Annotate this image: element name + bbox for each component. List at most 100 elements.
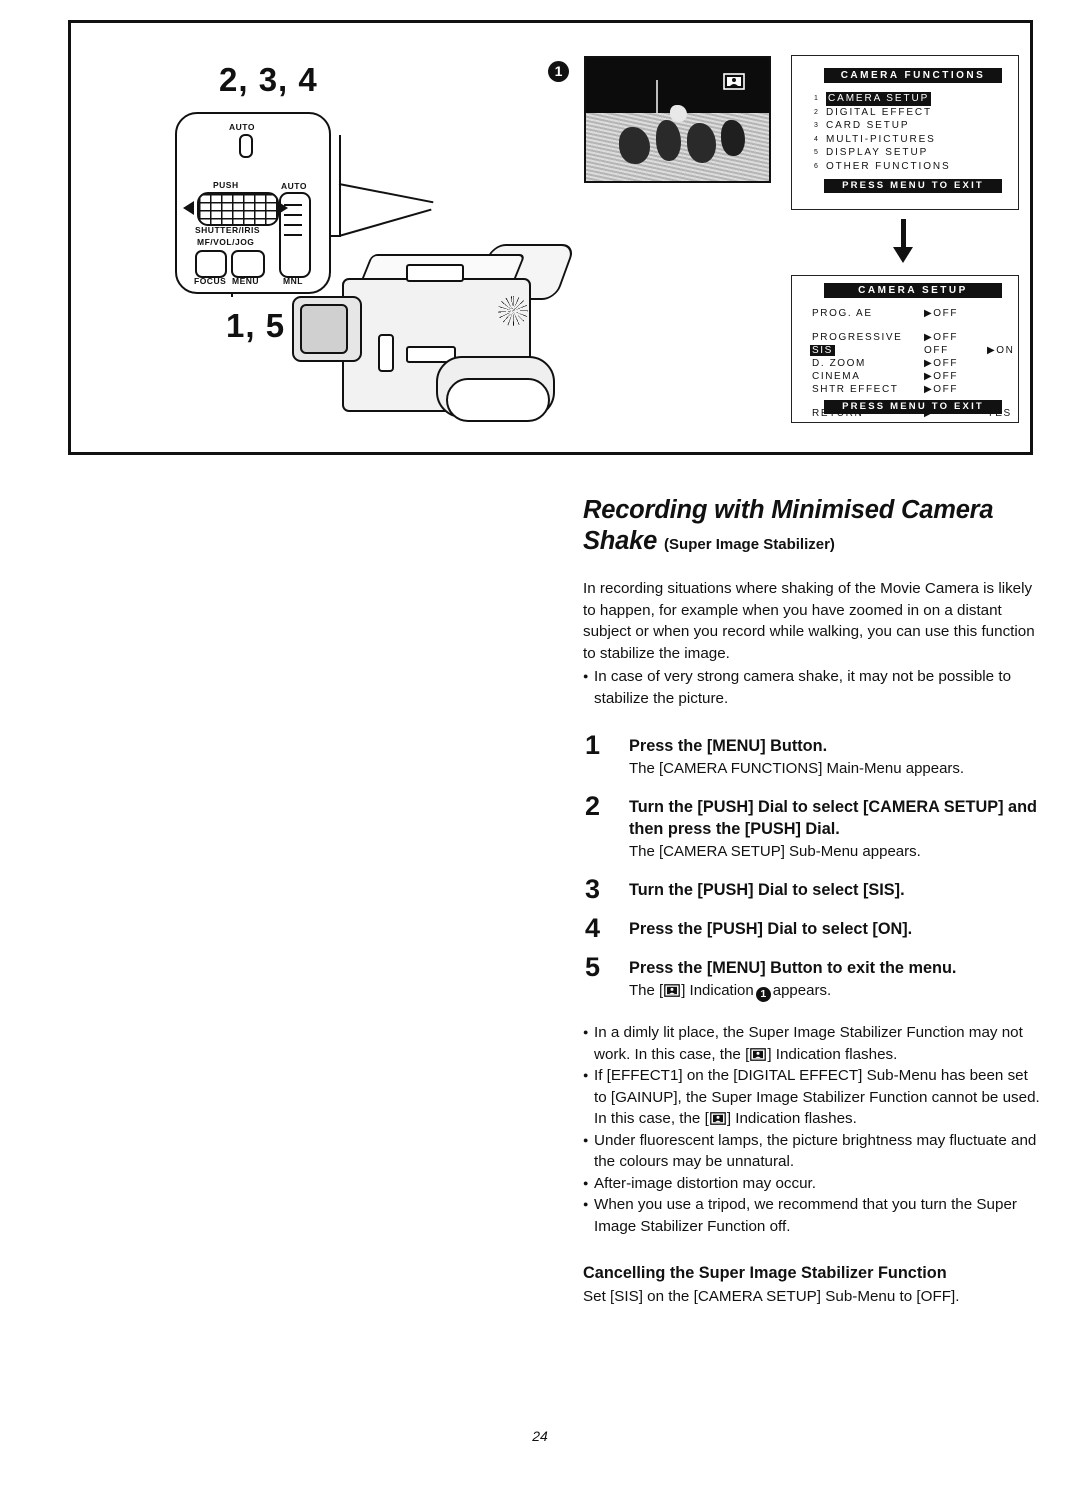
list-item: After-image distortion may occur. [583, 1173, 1041, 1195]
osd-row-prog-ae[interactable]: PROG. AE ▶OFF [812, 308, 1010, 321]
osd-row-value: ▶OFF [924, 371, 959, 382]
step-title: Turn the [PUSH] Dial to select [SIS]. [629, 881, 905, 899]
step-desc-after: appears. [772, 982, 832, 999]
sis-indication-icon [750, 1046, 767, 1061]
numbered-steps-list: 1 Press the [MENU] Button. The [CAMERA F… [583, 730, 1041, 1002]
arrow-head [893, 247, 913, 263]
osd-item-label: CAMERA SETUP [826, 92, 932, 106]
leader-line-f [338, 208, 432, 237]
auto-top-label: AUTO [229, 122, 255, 132]
osd-item-number: 6 [814, 162, 818, 170]
osd-item-label: MULTI-PICTURES [826, 133, 936, 145]
osd-item-number: 2 [814, 108, 818, 116]
camcorder-lens-element [300, 304, 348, 354]
osd-row-cinema[interactable]: CINEMA ▶OFF [812, 371, 1010, 384]
section-heading-cancelling: Cancelling the Super Image Stabilizer Fu… [583, 1264, 947, 1282]
intro-bullet-list: In case of very strong camera shake, it … [583, 666, 1041, 709]
push-dial[interactable] [197, 192, 279, 226]
indicator-badge-1: 1 [755, 987, 771, 1002]
osd-main-item-list: 1 CAMERA SETUP 2 DIGITAL EFFECT 3 CARD S… [814, 92, 1008, 173]
osd-item-label: OTHER FUNCTIONS [826, 160, 951, 172]
osd-menu-item-camera-setup[interactable]: 1 CAMERA SETUP [814, 92, 1008, 106]
step-number: 1 [585, 730, 601, 760]
focus-button-label: FOCUS [194, 276, 227, 286]
menu-button[interactable] [231, 250, 265, 278]
auto-right-label: AUTO [281, 181, 307, 191]
step-title: Press the [MENU] Button to exit the menu… [629, 959, 957, 977]
article-body: Recording with Minimised Camera Shake (S… [583, 495, 1041, 1307]
callout-steps-bottom: 1, 5 [226, 307, 286, 344]
note-text-after: ] Indication flashes. [767, 1045, 898, 1063]
osd-item-label: CARD SETUP [826, 120, 910, 131]
osd-camera-functions-menu: CAMERA FUNCTIONS 1 CAMERA SETUP 2 DIGITA… [791, 55, 1019, 210]
osd-menu-item-card-setup[interactable]: 3 CARD SETUP [814, 119, 1008, 133]
lcd-preview-image [584, 56, 771, 183]
osd-item-label: DIGITAL EFFECT [826, 106, 933, 118]
step-number: 5 [585, 952, 601, 982]
step-description: The [CAMERA FUNCTIONS] Main-Menu appears… [629, 760, 965, 777]
mf-vol-jog-label: MF/VOL/JOG [197, 237, 255, 247]
step-description: The [CAMERA SETUP] Sub-Menu appears. [629, 843, 921, 860]
osd-main-title: CAMERA FUNCTIONS [824, 68, 1002, 83]
osd-sub-title: CAMERA SETUP [824, 283, 1002, 298]
camcorder-hand-strap [446, 378, 550, 422]
osd-item-number: 1 [814, 95, 818, 102]
step-item-4: 4 Press the [PUSH] Dial to select [ON]. [583, 913, 1041, 943]
arrow-shaft [901, 219, 906, 249]
focus-button[interactable] [195, 250, 227, 278]
osd-row-value: ▶OFF [924, 332, 959, 343]
step-desc-before: The [ [629, 982, 664, 999]
osd-row-shtr-effect[interactable]: SHTR EFFECT ▶OFF [812, 384, 1010, 397]
osd-row-label: D. ZOOM [812, 358, 866, 369]
osd-row-value: OFF [924, 345, 949, 356]
sis-indication-icon [664, 982, 681, 997]
osd-row-progressive[interactable]: PROGRESSIVE ▶OFF [812, 332, 1010, 345]
leader-line-e [338, 183, 434, 204]
step-number: 4 [585, 913, 601, 943]
osd-menu-item-multi-pictures[interactable]: 4 MULTI-PICTURES [814, 133, 1008, 147]
notes-bullet-list: In a dimly lit place, the Super Image St… [583, 1022, 1041, 1237]
step-title: Press the [PUSH] Dial to select [ON]. [629, 920, 913, 938]
osd-row-label: CINEMA [812, 371, 861, 382]
osd-row-label: SIS [810, 345, 835, 356]
auto-switch-slot[interactable] [239, 134, 253, 158]
callout-indicator-1: 1 [548, 61, 569, 82]
list-item: In a dimly lit place, the Super Image St… [583, 1022, 1041, 1065]
illustration-panel: 2, 3, 4 1, 5 AUTO PUSH SHUTTER/IRIS MF/V… [68, 20, 1033, 455]
sis-indication-icon [709, 1110, 726, 1125]
osd-row-value: ▶OFF [924, 358, 959, 369]
lcd-pole [655, 80, 658, 118]
osd-row-value-selected: ▶ON [987, 345, 1015, 356]
list-item: If [EFFECT1] on the [DIGITAL EFFECT] Sub… [583, 1065, 1041, 1130]
slider-grip [284, 204, 302, 236]
osd-menu-item-display-setup[interactable]: 5 DISPLAY SETUP [814, 146, 1008, 160]
osd-row-label: PROG. AE [812, 308, 873, 319]
step-item-5: 5 Press the [MENU] Button to exit the me… [583, 952, 1041, 1002]
page-title-sub: (Super Image Stabilizer) [664, 536, 835, 553]
osd-menu-item-digital-effect[interactable]: 2 DIGITAL EFFECT [814, 106, 1008, 120]
step-item-2: 2 Turn the [PUSH] Dial to select [CAMERA… [583, 791, 1041, 862]
camcorder-card-slot [378, 334, 394, 372]
osd-row-value: ▶OFF [924, 308, 959, 319]
osd-item-number: 4 [814, 135, 818, 143]
step-title: Press the [MENU] Button. [629, 737, 828, 755]
step-item-3: 3 Turn the [PUSH] Dial to select [SIS]. [583, 874, 1041, 904]
osd-row-sis[interactable]: SIS OFF ▶ON [810, 345, 1013, 358]
step-number: 2 [585, 791, 601, 821]
menu-button-label: MENU [232, 276, 260, 286]
callout-steps-top: 2, 3, 4 [219, 61, 318, 98]
cancelling-instruction: Set [SIS] on the [CAMERA SETUP] Sub-Menu… [583, 1288, 960, 1305]
osd-sub-footer: PRESS MENU TO EXIT [824, 400, 1002, 414]
camcorder-illustration [286, 238, 577, 463]
page-title: Recording with Minimised Camera Shake (S… [583, 495, 1041, 560]
push-dial-label: PUSH [213, 180, 239, 190]
dial-arrow-left-icon [183, 201, 194, 215]
step-number: 3 [585, 874, 601, 904]
osd-row-d-zoom[interactable]: D. ZOOM ▶OFF [812, 358, 1010, 371]
osd-main-footer: PRESS MENU TO EXIT [824, 179, 1002, 193]
list-item: Under fluorescent lamps, the picture bri… [583, 1130, 1041, 1173]
osd-row-spacer [812, 321, 1010, 332]
osd-menu-item-other-functions[interactable]: 6 OTHER FUNCTIONS [814, 160, 1008, 174]
shutter-iris-label: SHUTTER/IRIS [195, 225, 261, 235]
intro-paragraph: In recording situations where shaking of… [583, 580, 1035, 662]
